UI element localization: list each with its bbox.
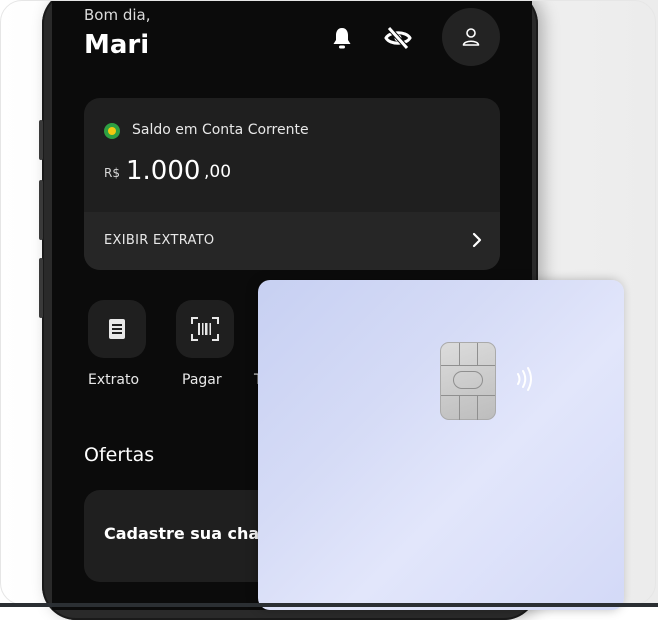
bottom-strip (0, 603, 658, 607)
frame-border (0, 0, 656, 605)
